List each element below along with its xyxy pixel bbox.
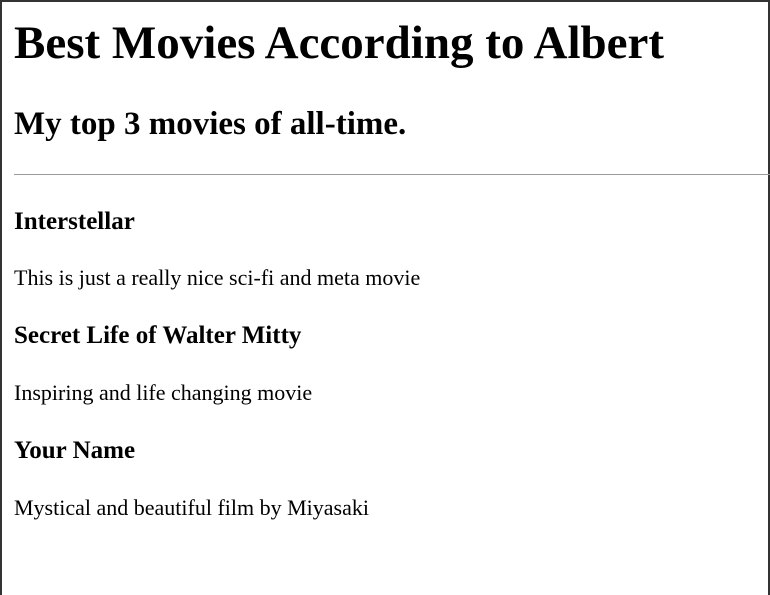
page-subtitle: My top 3 movies of all-time. bbox=[14, 106, 407, 142]
movie-title: Your Name bbox=[14, 437, 136, 464]
movie-title: Interstellar bbox=[14, 208, 135, 235]
movie-title: Secret Life of Walter Mitty bbox=[14, 322, 302, 349]
movie-description: This is just a really nice sci-fi and me… bbox=[14, 265, 421, 290]
divider bbox=[14, 174, 770, 175]
page-title: Best Movies According to Albert bbox=[14, 17, 665, 69]
movie-description: Inspiring and life changing movie bbox=[14, 380, 313, 405]
page-frame: Best Movies According to Albert My top 3… bbox=[0, 0, 770, 595]
movie-description: Mystical and beautiful film by Miyasaki bbox=[14, 495, 369, 520]
